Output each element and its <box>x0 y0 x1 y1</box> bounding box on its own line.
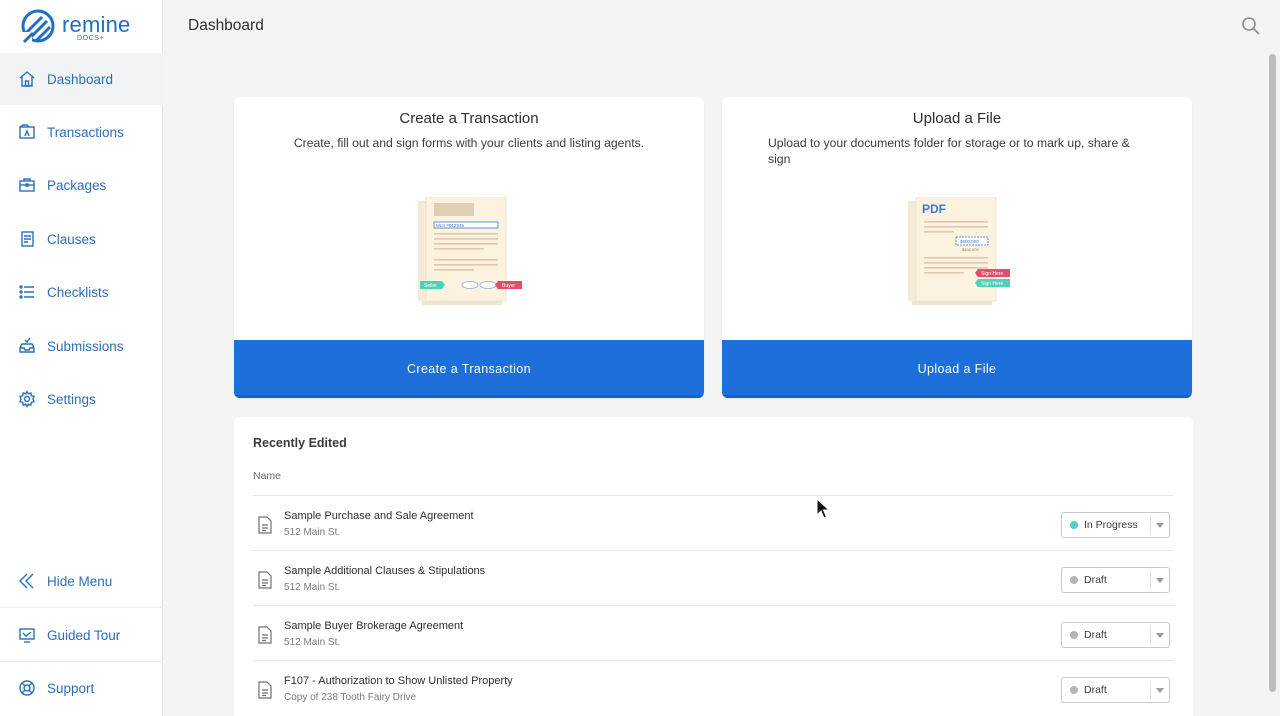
scrollbar-thumb[interactable] <box>1269 54 1276 692</box>
remine-logo-icon <box>20 9 55 44</box>
buyer-tag: Buyer <box>502 283 515 289</box>
guided-tour-label: Guided Tour <box>47 627 121 643</box>
clause-document-icon <box>18 230 36 248</box>
hide-menu-label: Hide Menu <box>47 573 113 589</box>
column-header-name[interactable]: Name <box>253 470 281 482</box>
table-row[interactable]: Sample Buyer Brokerage Agreement 512 Mai… <box>253 605 1174 660</box>
search-icon[interactable] <box>1241 16 1261 36</box>
table-row[interactable]: Sample Additional Clauses & Stipulations… <box>253 550 1174 605</box>
status-dropdown[interactable]: In Progress <box>1061 512 1170 538</box>
document-icon <box>257 571 273 589</box>
submission-tray-icon <box>18 337 36 355</box>
status-dot <box>1070 521 1078 529</box>
sidebar-item-clauses[interactable]: Clauses <box>0 213 163 265</box>
sidebar-item-packages[interactable]: Packages <box>0 159 163 211</box>
status-dot <box>1070 576 1078 584</box>
status-dropdown[interactable]: Draft <box>1061 677 1170 703</box>
page-title: Dashboard <box>188 17 264 34</box>
sign-here-tag: Sign Here <box>981 281 1003 287</box>
lifebuoy-icon <box>18 679 36 697</box>
checklist-icon <box>18 283 36 301</box>
upload-file-card: Upload a File Upload to your documents f… <box>722 97 1192 398</box>
mls-number-label: MLS #012345 <box>436 223 465 228</box>
card-title: Upload a File <box>912 110 1002 127</box>
card-description: Upload to your documents folder for stor… <box>768 136 1130 166</box>
header: Dashboard <box>164 0 1280 52</box>
status-dot <box>1070 631 1078 639</box>
pdf-label: PDF <box>922 202 946 216</box>
home-icon <box>18 70 36 88</box>
support-button[interactable]: Support <box>0 662 163 714</box>
sign-here-tag: Sign Here <box>981 271 1003 277</box>
hide-menu-button[interactable]: Hide Menu <box>0 555 163 607</box>
support-label: Support <box>47 680 95 696</box>
sidebar-item-label: Packages <box>47 177 107 193</box>
brand-sub: DOCS+ <box>77 35 105 42</box>
document-icon <box>257 626 273 644</box>
amount-label: $600,000 <box>960 239 979 244</box>
sidebar-item-label: Dashboard <box>47 71 114 87</box>
sidebar-item-label: Transactions <box>47 124 124 140</box>
document-name[interactable]: F107 - Authorization to Show Unlisted Pr… <box>284 675 513 687</box>
section-title: Recently Edited <box>253 436 347 450</box>
pdf-document-illustration: PDF $600,000 $460,000 Sign Here Sign Her… <box>908 197 1010 305</box>
sidebar-item-checklists[interactable]: Checklists <box>0 266 163 318</box>
status-dropdown[interactable]: Draft <box>1061 622 1170 648</box>
document-name[interactable]: Sample Purchase and Sale Agreement <box>284 510 474 522</box>
seller-tag: Seller <box>424 283 437 289</box>
document-address: 512 Main St. <box>284 527 341 538</box>
mouse-cursor-icon <box>816 498 830 519</box>
document-name[interactable]: Sample Buyer Brokerage Agreement <box>284 620 463 632</box>
sidebar-item-label: Checklists <box>47 284 109 300</box>
chevron-down-icon <box>1150 571 1166 589</box>
chevron-down-icon <box>1150 516 1166 534</box>
double-chevron-left-icon <box>18 572 36 590</box>
status-label: Draft <box>1084 684 1107 696</box>
brand-logo[interactable]: remine DOCS+ <box>20 8 150 48</box>
card-title: Create a Transaction <box>399 110 539 127</box>
document-address: Copy of 238 Tooth Fairy Drive <box>284 692 417 703</box>
chevron-down-icon <box>1150 626 1166 644</box>
status-dot <box>1070 686 1078 694</box>
transactions-icon <box>18 123 36 141</box>
amount2-label: $460,000 <box>962 247 979 252</box>
sidebar: remine DOCS+ Dashboard Transactions Pack… <box>0 0 163 716</box>
sidebar-item-dashboard[interactable]: Dashboard <box>0 53 163 105</box>
status-dropdown[interactable]: Draft <box>1061 567 1170 593</box>
create-transaction-card: Create a Transaction Create, fill out an… <box>234 97 704 398</box>
sidebar-item-settings[interactable]: Settings <box>0 373 163 425</box>
gear-icon <box>18 390 36 408</box>
status-label: In Progress <box>1084 519 1138 531</box>
sidebar-item-label: Submissions <box>47 338 124 354</box>
table-row[interactable]: F107 - Authorization to Show Unlisted Pr… <box>253 660 1174 715</box>
card-description: Create, fill out and sign forms with you… <box>293 136 645 150</box>
table-row[interactable]: Sample Purchase and Sale Agreement 512 M… <box>253 495 1174 550</box>
transaction-document-illustration: MLS #012345 Seller Buyer <box>418 197 522 305</box>
status-label: Draft <box>1084 629 1107 641</box>
guided-tour-button[interactable]: Guided Tour <box>0 609 163 661</box>
recently-edited-panel: Recently Edited Name Sample Purchase and… <box>234 417 1193 716</box>
sidebar-item-transactions[interactable]: Transactions <box>0 106 163 158</box>
status-label: Draft <box>1084 574 1107 586</box>
page-scrollbar[interactable] <box>1266 52 1280 716</box>
sidebar-item-submissions[interactable]: Submissions <box>0 320 163 372</box>
document-address: 512 Main St. <box>284 582 341 593</box>
briefcase-icon <box>18 176 36 194</box>
document-icon <box>257 516 273 534</box>
guided-tour-icon <box>18 626 36 644</box>
document-icon <box>257 681 273 699</box>
divider <box>0 607 163 608</box>
sidebar-item-label: Clauses <box>47 231 96 247</box>
chevron-down-icon <box>1150 681 1166 699</box>
sidebar-item-label: Settings <box>47 391 96 407</box>
create-transaction-button[interactable]: Create a Transaction <box>234 340 704 398</box>
document-name[interactable]: Sample Additional Clauses & Stipulations <box>284 565 485 577</box>
document-address: 512 Main St. <box>284 637 341 648</box>
upload-file-button[interactable]: Upload a File <box>722 340 1192 398</box>
